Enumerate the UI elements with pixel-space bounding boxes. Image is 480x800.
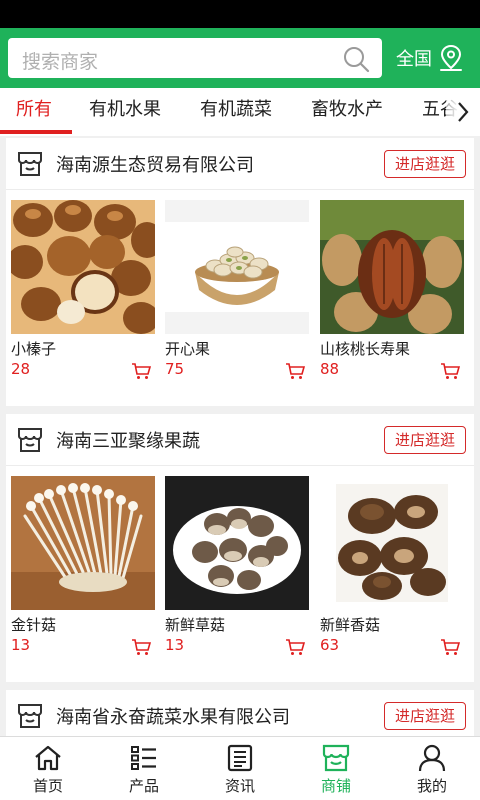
shop-card: 海南源生态贸易有限公司 进店逛逛 小榛子 28 开心果 75 山核桃长寿果 88 <box>6 138 474 406</box>
nav-products-label: 产品 <box>128 777 159 795</box>
product-price: 88 <box>320 360 340 378</box>
visit-store-button[interactable]: 进店逛逛 <box>384 702 466 730</box>
category-tabs: 所有 有机水果 有机蔬菜 畜牧水产 五谷 <box>0 88 480 136</box>
shop-header: 海南三亚聚缘果蔬 进店逛逛 <box>6 414 474 466</box>
nav-mine[interactable]: 我的 <box>384 737 480 800</box>
nav-products[interactable]: 产品 <box>96 737 192 800</box>
store-icon <box>18 704 42 728</box>
product-image-shiitake[interactable] <box>320 476 464 610</box>
product-image-straw-mushrooms[interactable] <box>165 476 309 610</box>
nav-home-label: 首页 <box>32 777 63 795</box>
product-image-pecans[interactable] <box>320 200 464 334</box>
cart-icon[interactable] <box>440 362 460 380</box>
product-price: 13 <box>165 636 185 654</box>
tabs-scroll-right[interactable] <box>446 88 480 136</box>
shop-card: 海南省永奋蔬菜水果有限公司 进店逛逛 <box>6 690 474 736</box>
product-image-hazelnuts[interactable] <box>11 200 155 334</box>
nav-news-label: 资讯 <box>224 777 255 795</box>
product-image-enoki[interactable] <box>11 476 155 610</box>
status-bar <box>0 0 480 28</box>
region-selector[interactable]: 全国 <box>396 28 464 88</box>
nav-stores-label: 商铺 <box>320 777 351 795</box>
search-placeholder: 搜索商家 <box>22 51 99 73</box>
store-icon <box>322 744 350 772</box>
product-name: 金针菇 <box>11 616 57 634</box>
user-icon <box>418 744 446 772</box>
product-name: 开心果 <box>165 340 211 358</box>
product-name: 新鲜香菇 <box>320 616 381 634</box>
store-icon <box>18 428 42 452</box>
header: 搜索商家 全国 <box>0 28 480 88</box>
product-price: 63 <box>320 636 340 654</box>
active-tab-indicator <box>0 130 72 134</box>
tab-organic-fruit[interactable]: 有机水果 <box>89 88 161 136</box>
shop-name: 海南省永奋蔬菜水果有限公司 <box>56 707 290 728</box>
cart-icon[interactable] <box>285 362 305 380</box>
cart-icon[interactable] <box>131 638 151 656</box>
shop-name: 海南三亚聚缘果蔬 <box>56 431 200 452</box>
shop-header: 海南省永奋蔬菜水果有限公司 进店逛逛 <box>6 690 474 736</box>
news-icon <box>227 744 253 772</box>
product-image-pistachios[interactable] <box>165 200 309 334</box>
cart-icon[interactable] <box>440 638 460 656</box>
store-icon <box>18 152 42 176</box>
visit-store-button[interactable]: 进店逛逛 <box>384 150 466 178</box>
nav-news[interactable]: 资讯 <box>192 737 288 800</box>
bottom-nav: 首页 产品 资讯 商铺 我的 <box>0 736 480 800</box>
chevron-right-icon <box>458 102 469 122</box>
tab-livestock-aquatic[interactable]: 畜牧水产 <box>311 88 383 136</box>
shop-name: 海南源生态贸易有限公司 <box>56 155 254 176</box>
shop-card: 海南三亚聚缘果蔬 进店逛逛 金针菇 13 新鲜草菇 13 新鲜香菇 63 <box>6 414 474 682</box>
product-name: 山核桃长寿果 <box>320 340 411 358</box>
region-label: 全国 <box>396 49 432 70</box>
cart-icon[interactable] <box>131 362 151 380</box>
product-price: 28 <box>11 360 31 378</box>
product-price: 13 <box>11 636 31 654</box>
product-name: 小榛子 <box>11 340 57 358</box>
search-icon[interactable] <box>342 45 370 73</box>
nav-home[interactable]: 首页 <box>0 737 96 800</box>
shop-header: 海南源生态贸易有限公司 进店逛逛 <box>6 138 474 190</box>
location-pin-icon <box>440 44 462 71</box>
nav-mine-label: 我的 <box>416 777 447 795</box>
product-price: 75 <box>165 360 185 378</box>
product-name: 新鲜草菇 <box>165 616 226 634</box>
nav-stores[interactable]: 商铺 <box>288 737 384 800</box>
search-input[interactable]: 搜索商家 <box>8 38 382 78</box>
home-icon <box>35 745 61 771</box>
list-icon <box>131 746 156 770</box>
visit-store-button[interactable]: 进店逛逛 <box>384 426 466 454</box>
cart-icon[interactable] <box>285 638 305 656</box>
tab-organic-vegetables[interactable]: 有机蔬菜 <box>200 88 272 136</box>
tab-all[interactable]: 所有 <box>16 88 52 136</box>
